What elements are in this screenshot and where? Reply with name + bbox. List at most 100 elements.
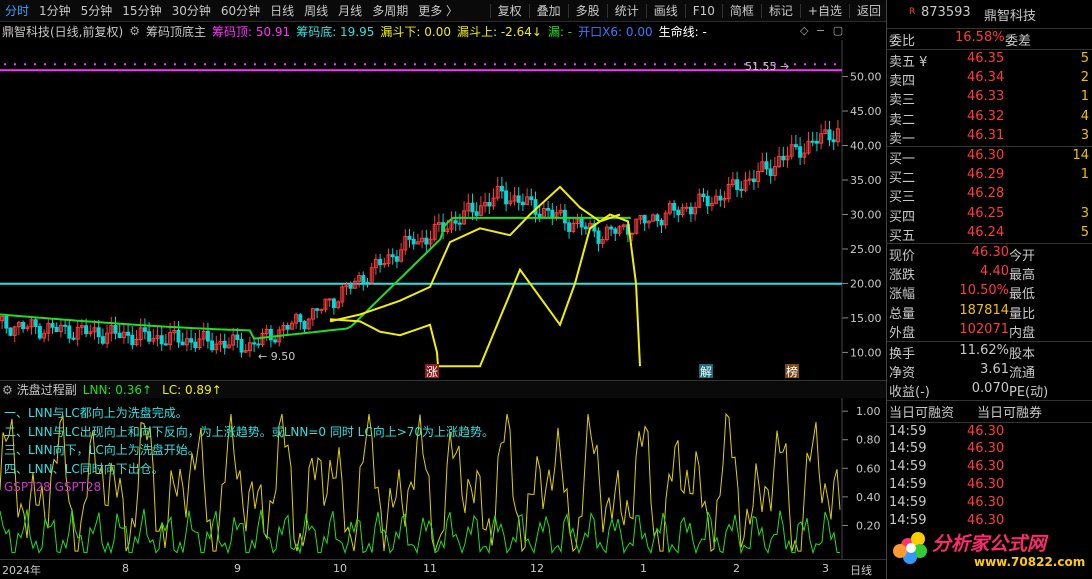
fundamental-row: 净资 3.61 流通	[887, 361, 1092, 381]
period-tab[interactable]: 日线	[265, 0, 299, 22]
toolbar-button[interactable]: 统计	[610, 0, 644, 22]
top-dot	[344, 63, 346, 66]
time-label: 11	[423, 562, 437, 575]
y-tick-label: 45.00	[850, 105, 882, 118]
leak-down-value: 漏斗下: 0.00	[380, 24, 451, 39]
top-dot	[364, 63, 366, 66]
candle-body	[315, 308, 320, 311]
quote-value: 10.50%	[959, 283, 1009, 298]
period-tab[interactable]: 周线	[299, 0, 333, 22]
buy-level-row: 买二 46.29 1	[887, 166, 1092, 186]
toolbar-button[interactable]: 复权	[493, 0, 527, 22]
candle-body	[735, 179, 740, 190]
wei-bi-value: 16.58%	[955, 30, 1005, 45]
top-dot	[354, 63, 356, 66]
top-dot	[584, 63, 586, 66]
unlock-marker[interactable]: 解	[700, 365, 712, 379]
tick-time: 14:59	[889, 459, 927, 474]
gear-icon[interactable]: ⚙	[129, 24, 140, 38]
period-tab[interactable]: 分时	[0, 0, 34, 22]
toolbar-button[interactable]: 返回	[852, 0, 886, 22]
period-tab[interactable]: 60分钟	[216, 0, 265, 22]
top-dot	[214, 63, 216, 66]
sell-volume: 5	[1080, 51, 1089, 66]
top-dot	[64, 63, 66, 66]
candle-body	[96, 327, 101, 338]
quote-right-label: 最低	[1009, 287, 1036, 302]
period-tab[interactable]: 30分钟	[167, 0, 216, 22]
top-dot	[634, 63, 636, 66]
top-dot	[244, 63, 246, 66]
candle-body	[268, 329, 273, 341]
leak-up-value: 漏斗上: -2.64↓	[456, 24, 542, 39]
diamond-icon[interactable]: ◇	[800, 24, 808, 37]
candle-body	[54, 326, 59, 333]
sell-price: 46.35	[967, 51, 1005, 66]
candle-body	[33, 319, 38, 327]
period-tab[interactable]: 多周期	[367, 0, 413, 22]
rise-marker[interactable]: 涨	[426, 364, 438, 379]
candle-body	[348, 283, 353, 289]
top-dot	[464, 63, 466, 66]
quote-right-label: 最高	[1009, 267, 1036, 283]
time-label: 1	[640, 562, 647, 575]
candle-body	[126, 331, 131, 336]
toolbar-button[interactable]: F10	[688, 0, 720, 22]
candle-body	[67, 325, 72, 339]
sell-level-row: 卖五 ¥ 46.35 5	[887, 49, 1092, 70]
fundamental-value: 11.62%	[959, 343, 1009, 358]
indicator-name[interactable]: 筹码顶底主	[146, 23, 206, 40]
sell-price: 46.32	[967, 108, 1005, 124]
quote-row: 涨跌 4.40 最高	[887, 263, 1092, 283]
list-marker[interactable]: 榜	[786, 364, 798, 379]
top-dot	[724, 63, 726, 66]
tick-row: 14:59 46.30	[887, 494, 1092, 513]
candlestick-chart[interactable]: 50.00 45.00 40.00 35.00 30.00 25.00 20.00 15.00…	[0, 40, 886, 380]
flower-icon	[893, 532, 927, 564]
candle-body	[407, 235, 412, 240]
fundamental-label: 换手	[889, 347, 916, 362]
top-dot	[384, 63, 386, 66]
top-dot	[334, 63, 336, 66]
period-tab[interactable]: 更多 〉	[413, 0, 463, 22]
restore-icon[interactable]: ▢	[833, 24, 843, 37]
minus-icon[interactable]: −	[816, 24, 825, 37]
quote-label: 现价	[889, 249, 916, 264]
period-tab[interactable]: 15分钟	[117, 0, 166, 22]
period-label[interactable]: 日线	[850, 562, 872, 578]
period-tab[interactable]: 月线	[333, 0, 367, 22]
toolbar-button[interactable]: 画线	[649, 0, 683, 22]
candle-body	[390, 254, 395, 258]
top-dot	[324, 63, 326, 66]
sell-level-row: 卖四 46.34 2	[887, 69, 1092, 89]
sell-volume: 4	[1080, 108, 1089, 124]
candle-body	[205, 330, 210, 342]
candle-body	[810, 140, 815, 143]
candle-body	[579, 218, 584, 228]
candle-body	[546, 208, 551, 211]
quote-right-label: 量比	[1009, 306, 1036, 322]
top-dot	[84, 63, 86, 66]
candle-body	[596, 230, 601, 244]
candle-body	[613, 228, 618, 234]
gear-icon[interactable]: ⚙	[2, 383, 13, 397]
period-tab[interactable]: 1分钟	[34, 0, 76, 22]
top-dot	[514, 63, 516, 66]
top-dot	[44, 63, 46, 66]
toolbar-button[interactable]: 简框	[725, 0, 759, 22]
top-dot	[204, 63, 206, 66]
sell-level-row: 卖三 46.33 1	[887, 88, 1092, 108]
fundamental-right-label: 股本	[1009, 347, 1036, 362]
toolbar-button[interactable]: 标记	[764, 0, 798, 22]
fundamental-right-label: 流通	[1009, 365, 1036, 381]
sell-price: 46.31	[967, 128, 1005, 143]
buy-level-row: 买五 46.24 5	[887, 224, 1092, 244]
period-tab[interactable]: 5分钟	[76, 0, 118, 22]
toolbar-button[interactable]: 叠加	[532, 0, 566, 22]
toolbar-button[interactable]: +自选	[803, 0, 847, 22]
lnn-value: LNN: 0.36↑	[82, 382, 153, 397]
toolbar-button[interactable]: 多股	[571, 0, 605, 22]
top-dot	[164, 63, 166, 66]
sub-indicator-name[interactable]: 洗盘过程副	[17, 381, 77, 398]
top-dot	[524, 63, 526, 66]
